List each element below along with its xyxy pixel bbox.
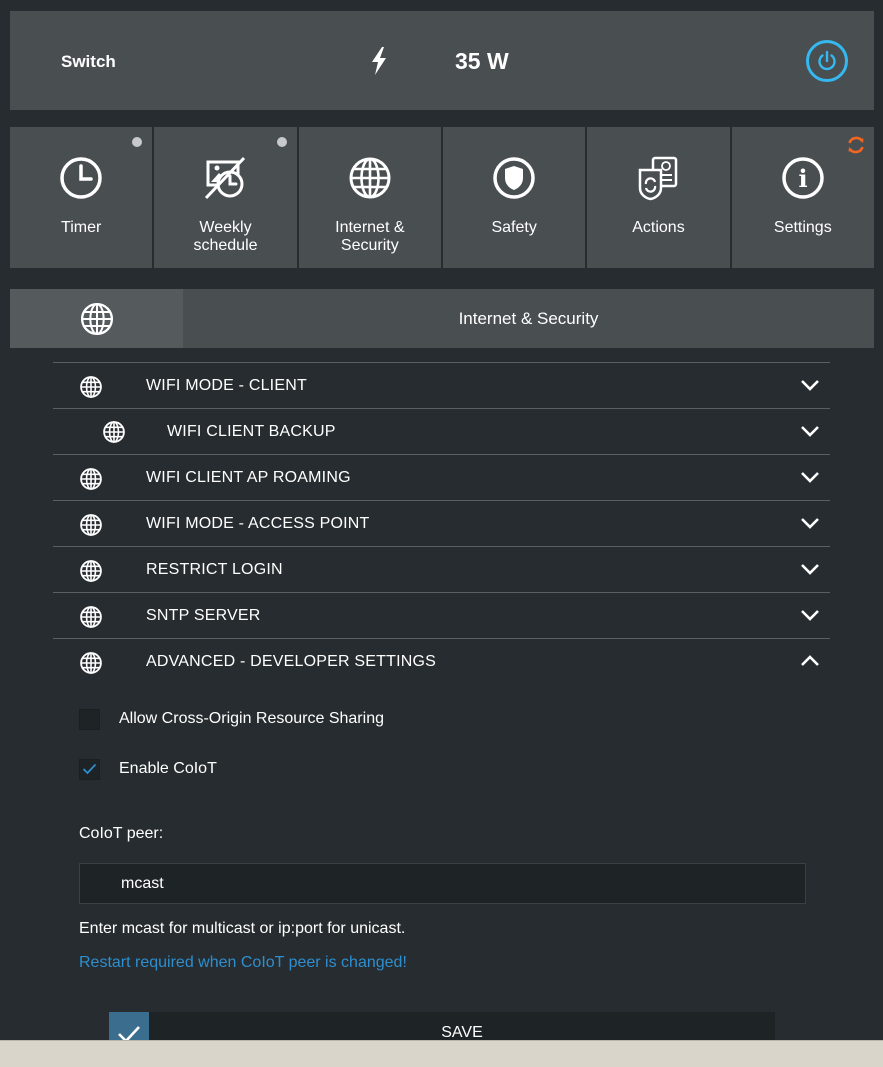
globe-icon (80, 514, 102, 536)
checkmark-icon (82, 763, 97, 775)
shield-icon (493, 157, 535, 199)
power-icon (818, 50, 836, 71)
status-dot (132, 137, 143, 147)
sync-icon (848, 136, 864, 154)
chevron-down-icon (801, 426, 819, 437)
info-icon: i (782, 157, 824, 199)
section-header: Internet & Security (10, 289, 874, 348)
tile-label: Internet & Security (335, 219, 405, 254)
accordion-label: WIFI CLIENT AP ROAMING (146, 468, 351, 486)
tile-internet-security[interactable]: Internet & Security (298, 127, 441, 268)
bolt-icon (372, 47, 386, 75)
chevron-down-icon (801, 518, 819, 529)
globe-icon (80, 652, 102, 674)
accordion-restrict-login[interactable]: RESTRICT LOGIN (53, 546, 830, 592)
status-dot (276, 137, 287, 147)
restart-note: Restart required when CoIoT peer is chan… (79, 954, 407, 971)
cors-checkbox-row[interactable]: Allow Cross-Origin Resource Sharing (79, 708, 384, 730)
globe-icon (103, 421, 125, 443)
accordion-label: SNTP SERVER (146, 606, 261, 624)
tile-safety[interactable]: Safety (442, 127, 586, 268)
actions-icon (639, 156, 678, 201)
chevron-down-icon (801, 380, 819, 391)
chevron-down-icon (801, 610, 819, 621)
section-icon-box (10, 289, 183, 348)
tile-label: Weekly schedule (193, 219, 258, 254)
accordion-wifi-access-point[interactable]: WIFI MODE - ACCESS POINT (53, 500, 830, 546)
accordion-label: WIFI CLIENT BACKUP (167, 422, 336, 440)
coiot-checkbox-row[interactable]: Enable CoIoT (79, 758, 217, 780)
coiot-label: Enable CoIoT (119, 760, 217, 777)
bottom-strip (0, 1040, 883, 1067)
power-button[interactable] (806, 40, 848, 82)
tile-label: Safety (491, 219, 537, 236)
device-header: Switch 35 W (10, 11, 874, 110)
tile-actions[interactable]: Actions (587, 127, 730, 268)
accordion-label: WIFI MODE - ACCESS POINT (146, 514, 370, 532)
accordion-label: WIFI MODE - CLIENT (146, 376, 307, 394)
accordion-advanced-developer[interactable]: ADVANCED - DEVELOPER SETTINGS (53, 638, 830, 684)
tile-weekly-schedule[interactable]: Weekly schedule (154, 127, 297, 268)
accordion-wifi-client-backup[interactable]: WIFI CLIENT BACKUP (53, 408, 830, 454)
accordion-label: RESTRICT LOGIN (146, 560, 283, 578)
tile-settings[interactable]: i Settings (731, 127, 874, 268)
accordion-wifi-client[interactable]: WIFI MODE - CLIENT (53, 362, 830, 408)
svg-text:i: i (798, 164, 807, 193)
feature-tiles: Timer Weekly schedule Internet & Securit… (10, 127, 874, 268)
chevron-down-icon (801, 564, 819, 575)
globe-icon (80, 560, 102, 582)
accordion-label: ADVANCED - DEVELOPER SETTINGS (146, 652, 437, 670)
tile-timer[interactable]: Timer (10, 127, 153, 268)
globe-icon (80, 468, 102, 490)
clock-icon (60, 157, 102, 199)
power-reading: 35 W (455, 48, 509, 74)
cors-checkbox[interactable] (79, 708, 100, 730)
coiot-peer-input[interactable] (79, 863, 806, 904)
tile-label: Actions (632, 219, 685, 236)
coiot-checkbox[interactable] (79, 758, 100, 780)
cors-label: Allow Cross-Origin Resource Sharing (119, 710, 384, 727)
device-title: Switch (61, 52, 116, 71)
chevron-down-icon (801, 472, 819, 483)
globe-icon (80, 606, 102, 628)
coiot-peer-label: CoIoT peer: (79, 825, 164, 842)
tile-label: Settings (773, 219, 832, 236)
coiot-peer-help: Enter mcast for multicast or ip:port for… (79, 920, 406, 937)
globe-icon (349, 157, 391, 199)
calendar-image-icon (205, 156, 246, 200)
section-title: Internet & Security (458, 309, 599, 328)
globe-icon (80, 302, 113, 335)
chevron-up-icon (801, 655, 819, 666)
accordion-wifi-client-ap-roaming[interactable]: WIFI CLIENT AP ROAMING (53, 454, 830, 500)
globe-icon (80, 376, 102, 398)
accordion-sntp-server[interactable]: SNTP SERVER (53, 592, 830, 638)
tile-label: Timer (61, 219, 102, 236)
